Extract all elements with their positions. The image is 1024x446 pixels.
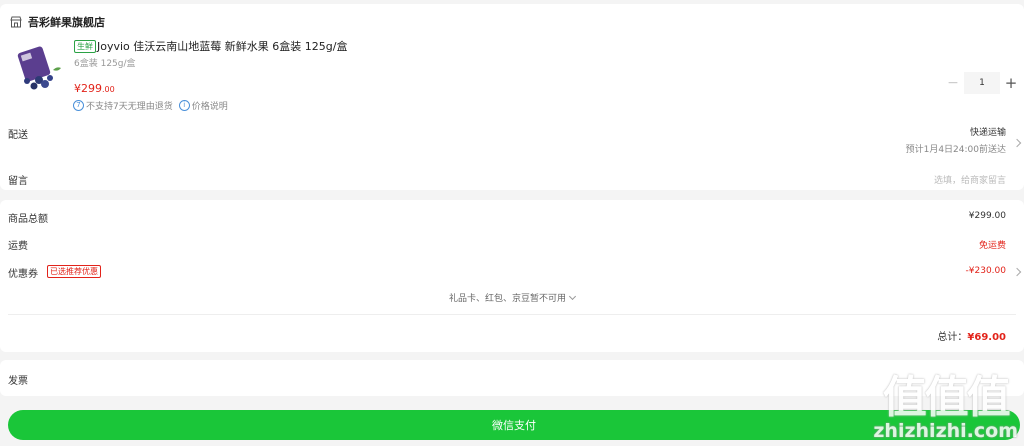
wechat-pay-button[interactable]: 微信支付	[8, 410, 1020, 440]
info-icon: i	[178, 100, 190, 111]
chevron-right-icon[interactable]	[1012, 138, 1022, 148]
shipping-label: 运费	[8, 241, 28, 252]
total-label: 总计：	[937, 332, 968, 343]
quantity-value[interactable]: 1	[964, 72, 1000, 94]
minus-icon[interactable]: −	[942, 72, 964, 94]
delivery-label: 配送	[8, 130, 28, 141]
product-price: ¥299.00	[74, 77, 115, 96]
coupon-label: 优惠券	[8, 269, 38, 280]
price-explanation-link[interactable]: 价格说明	[192, 99, 228, 112]
coupon-value[interactable]: -¥230.00	[966, 266, 1006, 276]
chevron-down-icon[interactable]	[568, 292, 577, 301]
watermark-logo: 值值值	[882, 372, 1011, 423]
invoice-card[interactable]: 发票	[0, 360, 1024, 396]
chevron-right-icon[interactable]	[1012, 267, 1022, 277]
store-name[interactable]: 吾彩鲜果旗舰店	[28, 14, 105, 30]
store-icon	[10, 16, 22, 28]
message-label: 留言	[8, 176, 28, 187]
quantity-stepper[interactable]: − 1 +	[942, 72, 1022, 94]
message-input[interactable]: 选填，给商家留言	[934, 173, 1006, 186]
total-value: ¥69.00	[967, 332, 1006, 343]
invoice-label[interactable]: 发票	[8, 372, 28, 387]
order-total: 总计：¥69.00	[937, 328, 1006, 343]
gift-card-note[interactable]: 礼品卡、红包、京豆暂不可用	[0, 291, 1024, 304]
delivery-method[interactable]: 快递运输	[970, 125, 1006, 138]
divider	[8, 314, 1016, 315]
product-spec: 6盒装 125g/盒	[74, 59, 136, 69]
plus-icon[interactable]: +	[1000, 72, 1022, 94]
order-card: 吾彩鲜果旗舰店 生鲜 Joyvio 佳沃云南山地蓝莓 新鲜水果 6盒装 125g…	[0, 4, 1024, 190]
price-integer: ¥299	[74, 82, 102, 95]
no-return-note[interactable]: 不支持7天无理由退货	[86, 99, 173, 112]
price-summary-card: 商品总额 ¥299.00 运费 免运费 优惠券 已选推荐优惠 -¥230.00 …	[0, 200, 1024, 352]
product-title[interactable]: Joyvio 佳沃云南山地蓝莓 新鲜水果 6盒装 125g/盒	[97, 38, 347, 54]
product-thumbnail[interactable]	[9, 40, 65, 96]
fresh-tag: 生鲜	[74, 40, 96, 53]
goods-total-value: ¥299.00	[968, 211, 1006, 221]
price-decimal: .00	[102, 85, 115, 94]
shipping-value: 免运费	[978, 241, 1006, 251]
goods-total-label: 商品总额	[8, 214, 48, 225]
gift-card-note-text[interactable]: 礼品卡、红包、京豆暂不可用	[449, 294, 566, 304]
product-notes: 7 不支持7天无理由退货 i 价格说明	[73, 99, 228, 112]
coupon-badge: 已选推荐优惠	[47, 265, 101, 278]
delivery-eta[interactable]: 预计1月4日24:00前送达	[906, 142, 1006, 155]
watermark: 值值值 zhizhizhi.com	[873, 372, 1018, 443]
no-return-icon: 7	[73, 100, 84, 111]
watermark-url: zhizhizhi.com	[873, 420, 1018, 442]
